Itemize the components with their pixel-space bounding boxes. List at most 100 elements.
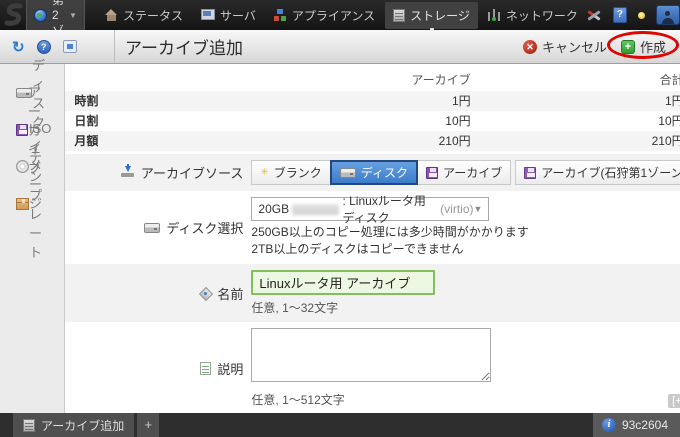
row-label: 日割 <box>74 111 98 131</box>
description-field-wrap: 任意, 1〜512文字 <box>251 328 491 408</box>
nav-item-server[interactable]: サーバ <box>193 2 264 29</box>
source-option-disk[interactable]: ディスク <box>330 160 418 185</box>
field-label: 名前 <box>217 284 243 303</box>
nav-item-storage[interactable]: ストレージ <box>385 2 478 29</box>
main-area: ディスク アーカイブ ISOイメージ テンプレート アーカイブ 合計 時割 1円… <box>0 64 680 413</box>
nav-item-status[interactable]: ステータス <box>97 2 191 29</box>
sidebar: ディスク アーカイブ ISOイメージ テンプレート <box>0 64 65 413</box>
create-label: 作成 <box>640 37 666 56</box>
info-icon[interactable]: i <box>602 418 616 432</box>
cancel-x-icon: ✕ <box>523 40 537 54</box>
status-bar: アーカイブ追加 + i 93c2604 <box>0 413 680 437</box>
nav-label: サーバ <box>220 7 256 24</box>
page-title: アーカイブ追加 <box>125 34 243 59</box>
create-button[interactable]: + 作成 <box>621 37 666 56</box>
column-header-archive: アーカイブ <box>411 69 470 91</box>
total-price: 210円 <box>652 131 680 151</box>
tag-icon <box>199 287 211 299</box>
redacted-text <box>292 204 339 215</box>
tab-label: アーカイブ追加 <box>41 417 124 434</box>
nav-label: ネットワーク <box>506 7 578 24</box>
description-label: 説明 <box>65 359 243 378</box>
user-button[interactable] <box>656 5 680 25</box>
topbar-actions: ? アカウント <box>586 2 680 29</box>
nav-item-network[interactable]: ネットワーク <box>480 2 586 29</box>
field-label: 説明 <box>217 359 243 378</box>
template-box-icon <box>16 198 29 210</box>
plus-icon: + <box>621 40 635 54</box>
chevron-down-icon: ▼ <box>473 204 482 214</box>
sidebar-item-label: テンプレート <box>29 147 51 261</box>
appliance-icon <box>274 9 287 21</box>
disk-select-label: ディスク選択 <box>65 218 243 237</box>
form-row-description: 説明 任意, 1〜512文字 <box>65 322 680 414</box>
tools-icon[interactable] <box>586 8 602 23</box>
new-tab-button[interactable]: + <box>137 413 159 437</box>
disk-size: 20GB <box>258 202 289 216</box>
total-price: 10円 <box>658 111 680 131</box>
option-label: ディスク <box>361 164 408 181</box>
source-option-archive[interactable]: アーカイブ <box>417 160 511 185</box>
iso-disc-icon <box>16 160 29 173</box>
person-icon <box>662 11 674 24</box>
name-hint: 任意, 1〜32文字 <box>251 299 435 316</box>
archive-price: 210円 <box>439 131 471 151</box>
disk-select[interactable]: 20GB : Linuxルータ用ディスク (virtio) ▼ <box>251 197 489 221</box>
toolbar-actions: ✕ キャンセル + 作成 <box>523 30 680 63</box>
main-nav: ステータス サーバ アプライアンス ストレージ ネットワーク <box>97 0 586 30</box>
build-info: i 93c2604 <box>593 413 680 437</box>
name-field-wrap: 任意, 1〜32文字 <box>251 270 435 316</box>
archive-price: 10円 <box>445 111 470 131</box>
name-input[interactable] <box>251 270 435 295</box>
pricing-header-row: アーカイブ 合計 <box>65 69 680 91</box>
floppy-icon <box>16 124 28 136</box>
import-icon <box>121 166 135 179</box>
table-row: 時割 1円 1円 <box>65 91 680 111</box>
build-id: 93c2604 <box>622 418 668 432</box>
open-window-icon[interactable] <box>63 40 77 53</box>
option-label: ブランク <box>274 164 322 181</box>
name-label: 名前 <box>65 284 243 303</box>
toolbar-icon-strip: ↻ ? <box>0 30 115 63</box>
disk-name: : Linuxルータ用ディスク <box>342 192 436 226</box>
help-icon[interactable]: ? <box>613 7 627 23</box>
chevron-down-icon: ▼ <box>69 11 77 20</box>
archive-price: 1円 <box>452 91 471 111</box>
disk-icon <box>16 88 32 98</box>
sidebar-item-template[interactable]: テンプレート <box>0 185 64 222</box>
content-panel: アーカイブ 合計 時割 1円 1円 日割 10円 10円 月額 210円 210… <box>65 64 680 413</box>
nav-label: アプライアンス <box>292 7 375 24</box>
row-label: 月額 <box>74 131 98 151</box>
total-price: 1円 <box>665 91 680 111</box>
page-toolbar: ↻ ? アーカイブ追加 ✕ キャンセル + 作成 <box>0 30 680 64</box>
home-icon <box>105 9 118 21</box>
disk-select-field: 20GB : Linuxルータ用ディスク (virtio) ▼ 250GB以上の… <box>251 197 528 258</box>
expand-button[interactable]: [+] <box>668 394 680 408</box>
help-circle-icon[interactable]: ? <box>37 40 51 54</box>
notification-dot-icon <box>638 12 645 19</box>
pricing-table: アーカイブ 合計 時割 1円 1円 日割 10円 10円 月額 210円 210… <box>65 69 680 151</box>
description-hint: 任意, 1〜512文字 <box>251 391 491 408</box>
note-icon <box>200 362 211 375</box>
table-row: 日割 10円 10円 <box>65 111 680 131</box>
network-icon <box>488 9 501 21</box>
source-option-archive-zone1[interactable]: アーカイブ(石狩第1ゾーン) <box>515 160 680 185</box>
globe-icon <box>34 9 47 22</box>
storage-icon <box>23 419 35 432</box>
disk-note-2: 2TB以上のディスクはコピーできません <box>251 241 528 258</box>
option-label: アーカイブ <box>443 164 502 181</box>
refresh-icon[interactable]: ↻ <box>12 38 25 56</box>
source-option-blank[interactable]: ✳ ブランク <box>251 160 330 185</box>
nav-label: ストレージ <box>410 7 470 24</box>
task-tab-archive-add[interactable]: アーカイブ追加 <box>13 413 134 437</box>
floppy-icon <box>524 167 536 179</box>
cancel-button[interactable]: ✕ キャンセル <box>523 37 607 56</box>
nav-item-appliance[interactable]: アプライアンス <box>266 2 383 29</box>
storage-icon <box>393 9 405 22</box>
row-label: 時割 <box>74 91 98 111</box>
form-row-disk-select: ディスク選択 20GB : Linuxルータ用ディスク (virtio) ▼ 2… <box>65 191 680 264</box>
description-textarea[interactable] <box>251 328 491 382</box>
server-icon <box>201 9 215 21</box>
form-row-name: 名前 任意, 1〜32文字 <box>65 264 680 322</box>
option-label: アーカイブ(石狩第1ゾーン) <box>541 164 680 181</box>
